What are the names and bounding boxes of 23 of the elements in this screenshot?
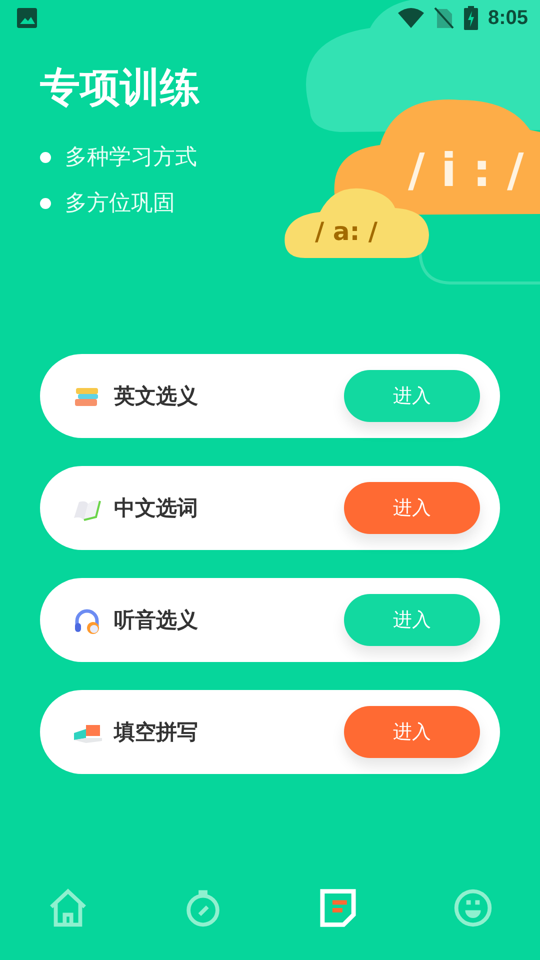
feature-text: 多种学习方式 — [65, 144, 197, 172]
page-title: 专项训练 — [40, 64, 201, 112]
no-sim-icon — [434, 7, 454, 29]
mode-label: 填空拼写 — [114, 719, 199, 746]
enter-button[interactable]: 进入 — [344, 594, 480, 646]
phonetic-text: / a: / — [315, 217, 378, 246]
home-icon[interactable] — [48, 888, 88, 928]
mode-label: 中文选词 — [114, 495, 199, 522]
note-icon[interactable] — [318, 888, 358, 928]
phonetic-text: / i : / — [408, 143, 524, 197]
enter-button[interactable]: 进入 — [344, 370, 480, 422]
bullet-dot — [40, 152, 51, 162]
image-icon — [16, 7, 38, 29]
mode-label: 听音选义 — [114, 607, 199, 634]
smiley-icon[interactable] — [452, 888, 492, 928]
mode-label: 英文选义 — [114, 383, 199, 410]
feature-text: 多方位巩固 — [65, 190, 175, 218]
enter-button[interactable]: 进入 — [344, 706, 480, 758]
status-time: 8:05 — [488, 6, 528, 30]
bullet-dot — [40, 198, 51, 208]
wifi-icon — [398, 8, 424, 28]
enter-button[interactable]: 进入 — [344, 482, 480, 534]
battery-charging-icon — [464, 6, 478, 30]
